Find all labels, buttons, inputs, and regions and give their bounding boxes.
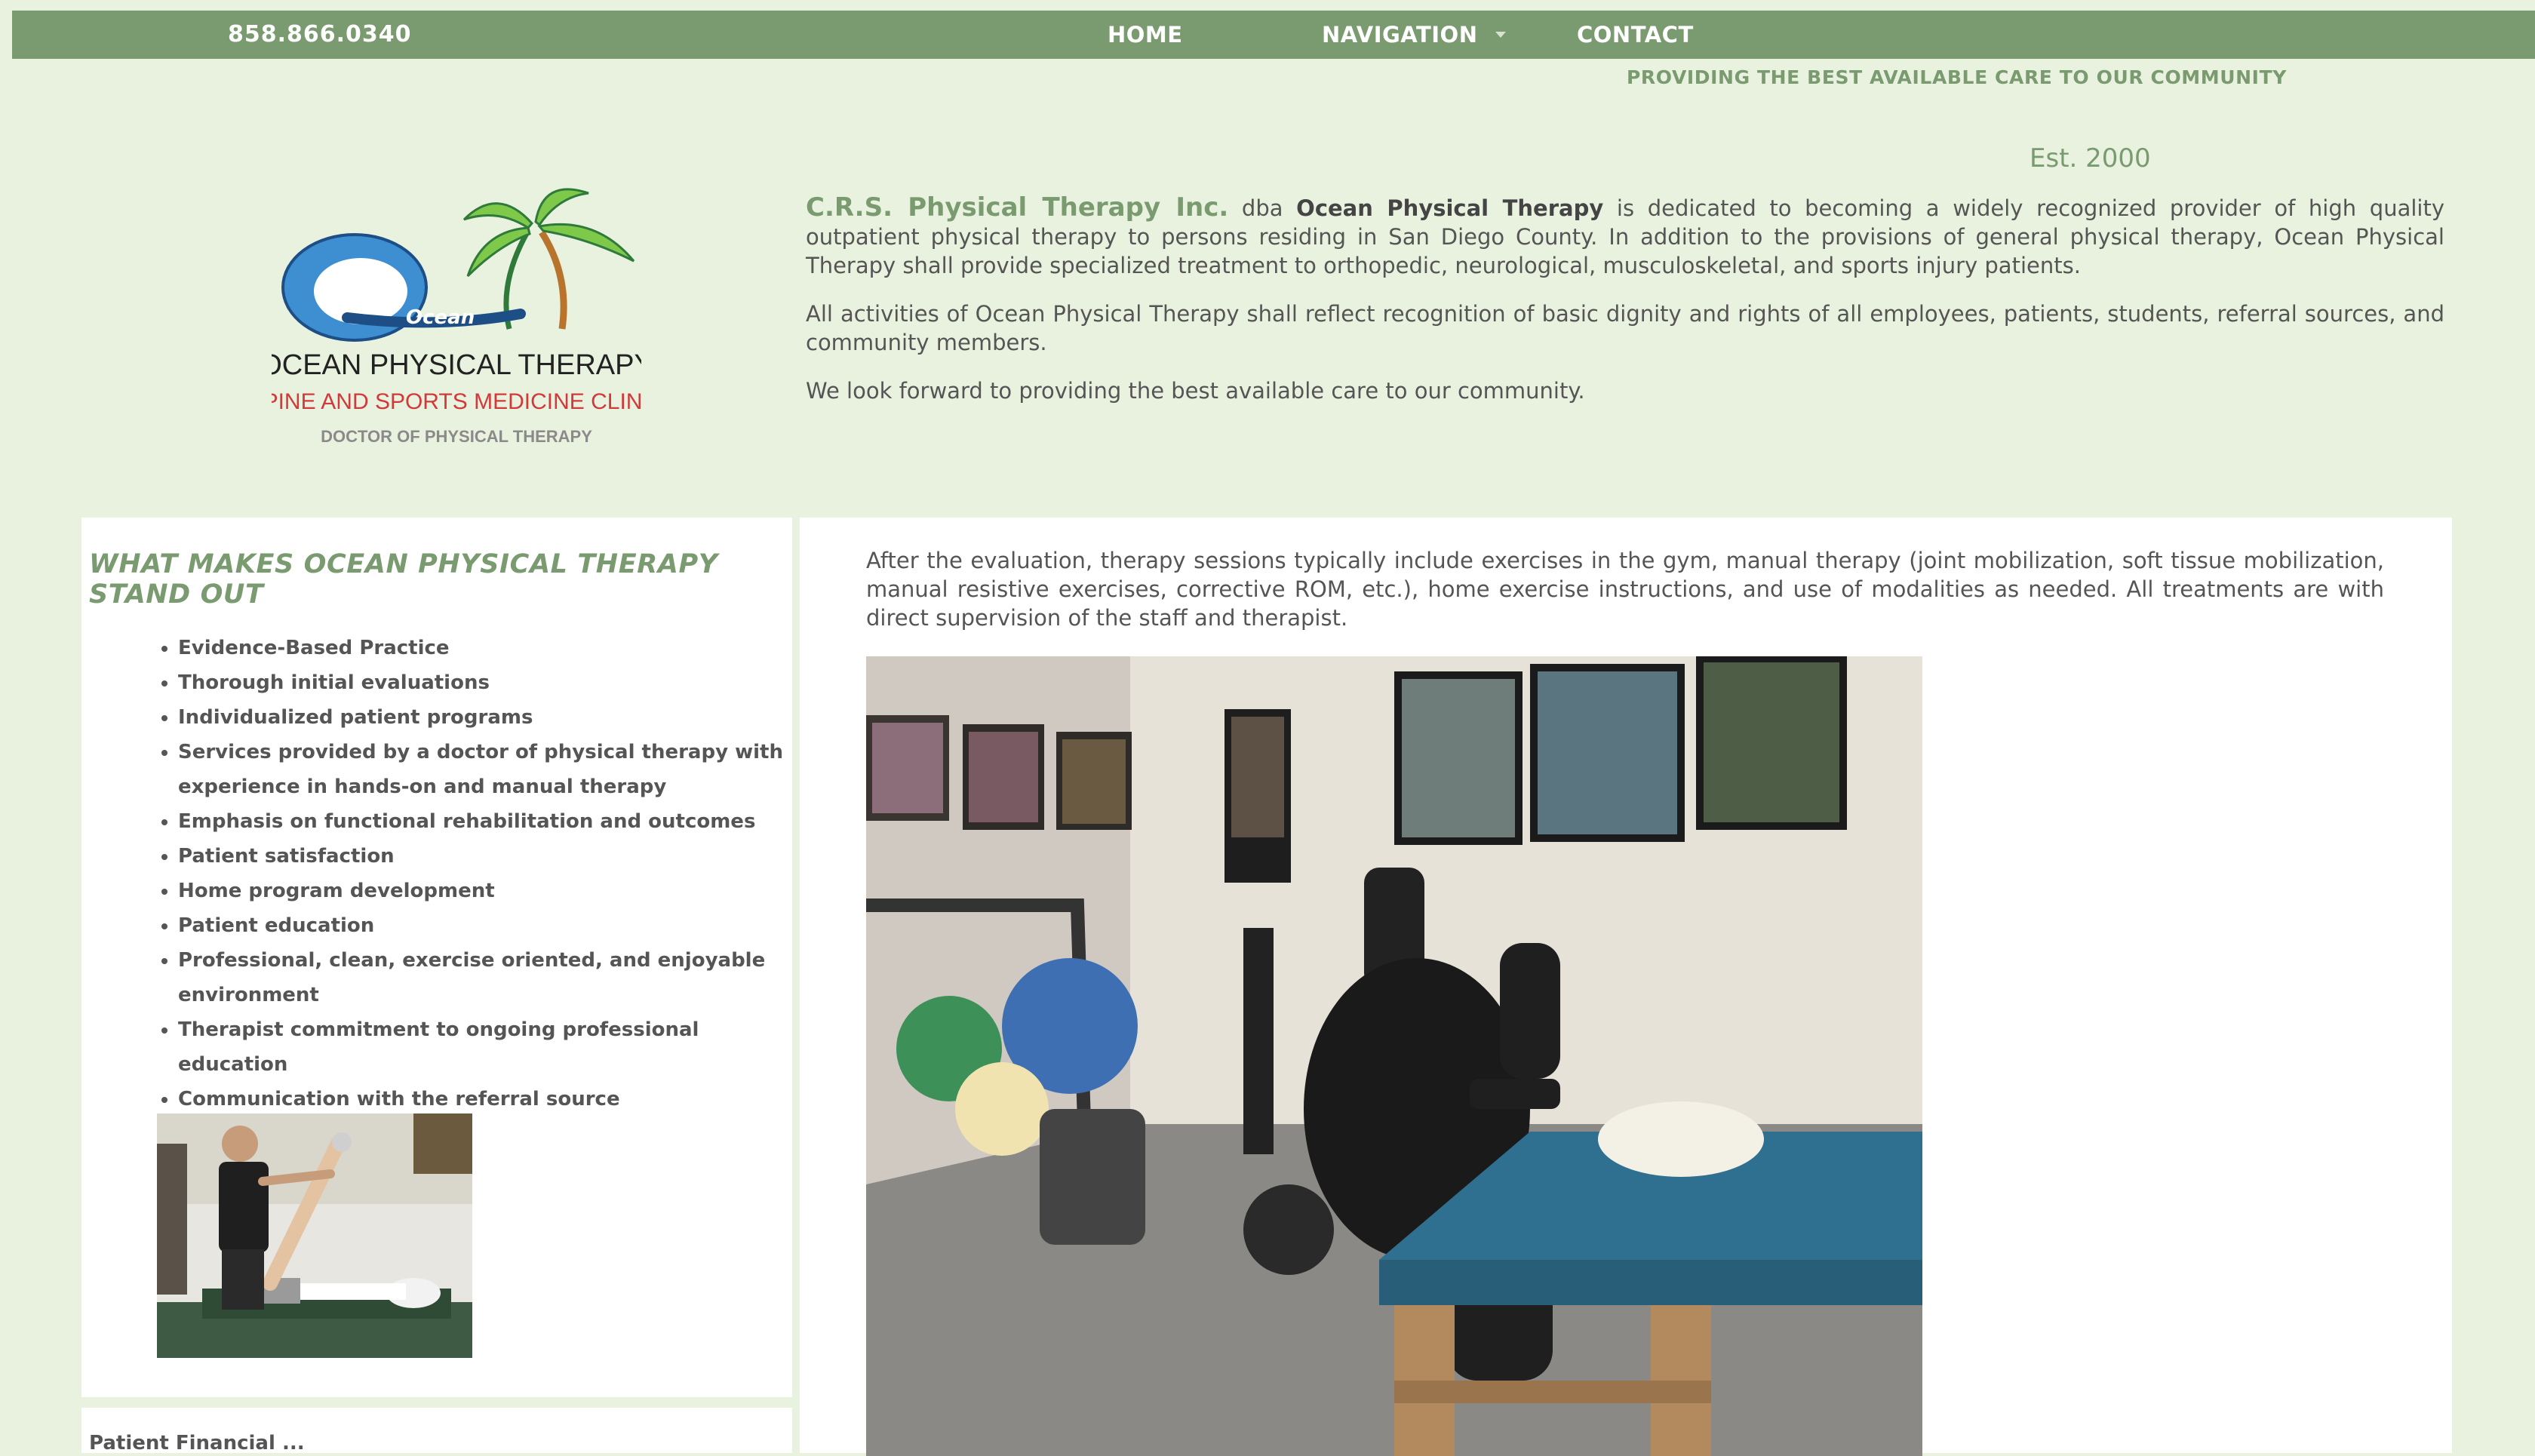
- stand-out-heading: WHAT MAKES OCEAN PHYSICAL THERAPY STAND …: [89, 549, 718, 610]
- established-year: Est. 2000: [2030, 143, 2151, 174]
- list-item: Professional, clean, exercise oriented, …: [178, 943, 797, 1012]
- logo-title: OCEAN PHYSICAL THERAPY: [272, 349, 641, 381]
- intro-section: C.R.S. Physical Therapy Inc. dba Ocean P…: [806, 193, 2444, 425]
- company-name: C.R.S. Physical Therapy Inc.: [806, 192, 1229, 223]
- list-item: Individualized patient programs: [178, 700, 797, 735]
- top-nav-bar: 858.866.0340 HOME NAVIGATION CONTACT: [12, 11, 2535, 59]
- nav-contact-link[interactable]: CONTACT: [1577, 11, 1694, 59]
- nav-navigation-dropdown[interactable]: NAVIGATION: [1322, 11, 1477, 59]
- list-item: Patient satisfaction: [178, 839, 797, 874]
- list-item: Patient education: [178, 908, 797, 943]
- sessions-panel: After the evaluation, therapy sessions t…: [800, 518, 2452, 1456]
- intro-paragraph-1: C.R.S. Physical Therapy Inc. dba Ocean P…: [806, 193, 2444, 280]
- features-list: Evidence-Based Practice Thorough initial…: [149, 631, 797, 1117]
- phone-number[interactable]: 858.866.0340: [228, 11, 412, 59]
- stand-out-panel: WHAT MAKES OCEAN PHYSICAL THERAPY STAND …: [81, 518, 792, 1397]
- list-item: Evidence-Based Practice: [178, 631, 797, 665]
- ocean-pt-logo[interactable]: Ocean OCEAN PHYSICAL THERAPY SPINE AND S…: [272, 178, 641, 457]
- tagline: PROVIDING THE BEST AVAILABLE CARE TO OUR…: [1627, 66, 2287, 88]
- list-item: Services provided by a doctor of physica…: [178, 735, 797, 804]
- list-item: Emphasis on functional rehabilitation an…: [178, 804, 797, 839]
- dba-text: dba: [1228, 195, 1297, 221]
- list-item: Therapist commitment to ongoing professi…: [178, 1012, 797, 1082]
- gym-photo: [866, 656, 1922, 1456]
- caret-down-icon[interactable]: [1495, 32, 1506, 38]
- nav-home-link[interactable]: HOME: [1108, 11, 1183, 59]
- sessions-description: After the evaluation, therapy sessions t…: [866, 548, 2384, 631]
- list-item: Thorough initial evaluations: [178, 665, 797, 700]
- logo-credential: DOCTOR OF PHYSICAL THERAPY: [321, 427, 592, 446]
- logo-wordmark: Ocean: [406, 306, 475, 329]
- financial-panel: Patient Financial ...: [81, 1408, 792, 1454]
- list-item: Home program development: [178, 874, 797, 908]
- financial-heading: Patient Financial ...: [89, 1432, 305, 1454]
- therapy-session-photo: [157, 1114, 472, 1358]
- logo-subtitle: SPINE AND SPORTS MEDICINE CLINIC: [272, 389, 641, 414]
- brand-name: Ocean Physical Therapy: [1296, 195, 1604, 221]
- intro-paragraph-3: We look forward to providing the best av…: [806, 378, 1585, 404]
- list-item: Communication with the referral source: [178, 1082, 797, 1117]
- intro-paragraph-2: All activities of Ocean Physical Therapy…: [806, 301, 2444, 355]
